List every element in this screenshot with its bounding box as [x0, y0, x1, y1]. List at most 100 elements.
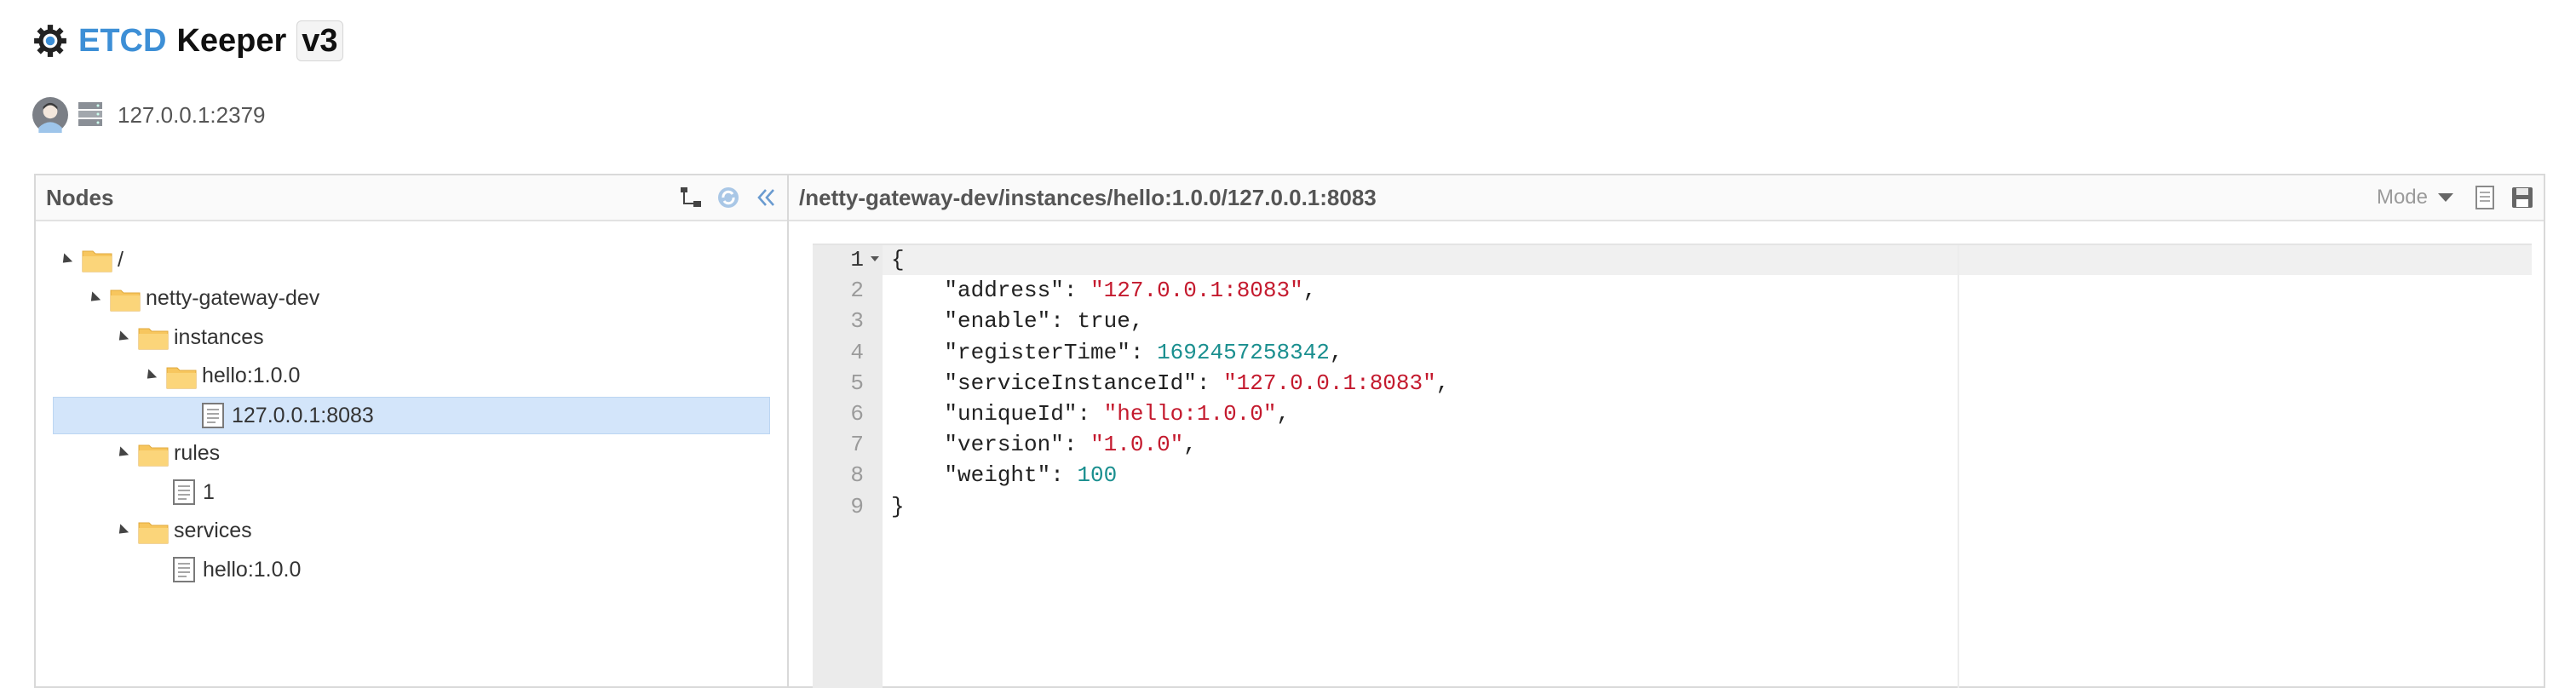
- json-string: "1.0.0": [1090, 432, 1184, 458]
- line-number-gutter: 1 2 3 4 5 6 7 8 9: [813, 245, 883, 688]
- collapse-double-chevron-icon[interactable]: [753, 185, 779, 210]
- refresh-icon[interactable]: [716, 185, 741, 210]
- expand-toggle-icon[interactable]: [86, 291, 101, 306]
- json-token: }: [891, 493, 905, 519]
- folder-icon: [138, 444, 169, 466]
- line-number: 6: [850, 401, 864, 427]
- nodes-panel: Nodes / netty-gateway-dev instances hello:1…: [34, 174, 789, 688]
- tree-node[interactable]: services: [36, 513, 787, 549]
- json-token: : true,: [1050, 308, 1144, 335]
- user-avatar-icon[interactable]: [32, 97, 68, 133]
- tree-node-label: hello:1.0.0: [203, 557, 302, 582]
- json-token: {: [891, 247, 905, 272]
- code-line: "version": "1.0.0",: [891, 430, 1197, 460]
- code-line: "weight": 100: [891, 461, 1117, 490]
- file-icon: [173, 557, 195, 582]
- json-token: "address": [891, 278, 1064, 304]
- tree-node[interactable]: rules: [36, 436, 787, 472]
- expand-toggle-icon[interactable]: [58, 252, 73, 267]
- chevron-down-icon: [2438, 193, 2453, 202]
- tree-node-label: instances: [174, 324, 264, 349]
- tree-node-label: services: [174, 519, 252, 542]
- json-string: "hello:1.0.0": [1103, 401, 1277, 427]
- tree-node[interactable]: /: [36, 242, 787, 278]
- expand-toggle-icon[interactable]: [114, 330, 129, 345]
- nodes-toolbar: [678, 175, 779, 220]
- tree-node[interactable]: 1: [36, 474, 787, 510]
- code-line: "registerTime": 1692457258342,: [891, 338, 1343, 368]
- code-line: {: [891, 245, 905, 275]
- tree-node-label: hello:1.0.0: [202, 364, 301, 387]
- json-token: :: [1196, 370, 1224, 396]
- folder-icon: [82, 250, 112, 272]
- tree-node[interactable]: instances: [36, 319, 787, 355]
- line-number: 4: [850, 339, 864, 365]
- json-token: "enable": [891, 308, 1051, 335]
- json-string: "127.0.0.1:8083": [1223, 370, 1436, 396]
- app-title: ETCD Keeper v3: [32, 17, 343, 65]
- editor-panel-header: /netty-gateway-dev/instances/hello:1.0.0…: [789, 175, 2544, 221]
- line-number: 2: [850, 278, 864, 304]
- tree-node-label: 127.0.0.1:8083: [232, 403, 374, 427]
- document-icon[interactable]: [2472, 185, 2498, 210]
- file-icon: [202, 403, 224, 428]
- json-number: 100: [1077, 462, 1118, 489]
- tree-node-label: /: [118, 247, 124, 272]
- editor-panel: /netty-gateway-dev/instances/hello:1.0.0…: [787, 174, 2545, 688]
- code-line: "serviceInstanceId": "127.0.0.1:8083",: [891, 369, 1449, 398]
- json-token: "serviceInstanceId": [891, 370, 1197, 396]
- json-token: :: [1063, 432, 1091, 458]
- save-icon[interactable]: [2510, 185, 2535, 210]
- line-number: 1: [850, 247, 864, 272]
- json-token: ,: [1435, 370, 1450, 396]
- tree-node-label: rules: [174, 441, 221, 465]
- mode-dropdown[interactable]: Mode: [2377, 186, 2453, 209]
- json-token: "uniqueId": [891, 401, 1078, 427]
- json-token: :: [1063, 278, 1091, 304]
- json-token: ,: [1183, 432, 1197, 458]
- expand-toggle-icon[interactable]: [114, 446, 129, 461]
- tree-structure-icon[interactable]: [678, 185, 704, 210]
- line-number: 9: [850, 493, 864, 519]
- json-number: 1692457258342: [1157, 339, 1330, 365]
- json-token: ,: [1329, 339, 1343, 365]
- tree-node[interactable]: hello:1.0.0: [36, 552, 787, 588]
- code-line: "enable": true,: [891, 307, 1143, 336]
- gear-icon: [34, 25, 66, 57]
- json-token: "registerTime": [891, 339, 1130, 365]
- line-number: 5: [850, 370, 864, 396]
- folder-icon: [166, 367, 197, 388]
- nodes-panel-header: Nodes: [36, 175, 787, 221]
- expand-toggle-icon[interactable]: [114, 524, 129, 538]
- fold-caret-icon[interactable]: [871, 256, 879, 261]
- tree-node[interactable]: 127.0.0.1:8083: [53, 397, 770, 434]
- code-line: "address": "127.0.0.1:8083",: [891, 276, 1316, 306]
- code-line: }: [891, 492, 905, 522]
- json-token: ,: [1276, 401, 1291, 427]
- server-icon[interactable]: [77, 100, 104, 129]
- file-icon: [173, 479, 195, 505]
- folder-icon: [138, 522, 169, 543]
- editor-toolbar: Mode: [2377, 175, 2535, 220]
- node-tree: / netty-gateway-dev instances hello:1.0.0 12…: [36, 221, 787, 681]
- app-name: Keeper: [176, 22, 287, 59]
- app-brand: ETCD: [78, 22, 167, 59]
- mode-label: Mode: [2376, 186, 2428, 209]
- json-token: :: [1130, 339, 1158, 365]
- tree-node[interactable]: netty-gateway-dev: [36, 281, 787, 317]
- active-line-highlight: [883, 245, 2532, 275]
- tree-node-label: netty-gateway-dev: [146, 286, 320, 310]
- json-token: :: [1077, 401, 1104, 427]
- node-path: /netty-gateway-dev/instances/hello:1.0.0…: [799, 184, 1377, 210]
- expand-toggle-icon[interactable]: [142, 369, 158, 383]
- code-editor[interactable]: 1 2 3 4 5 6 7 8 9 { "address": "127.0.0.1:8083",…: [813, 244, 2532, 688]
- app-version-badge: v3: [296, 20, 343, 61]
- folder-icon: [138, 328, 169, 350]
- json-token: :: [1050, 462, 1078, 489]
- line-number: 8: [850, 462, 864, 489]
- line-number: 3: [850, 308, 864, 335]
- server-address: 127.0.0.1:2379: [118, 101, 266, 128]
- json-token: ,: [1302, 278, 1317, 304]
- json-token: "weight": [891, 462, 1051, 489]
- tree-node[interactable]: hello:1.0.0: [36, 358, 787, 394]
